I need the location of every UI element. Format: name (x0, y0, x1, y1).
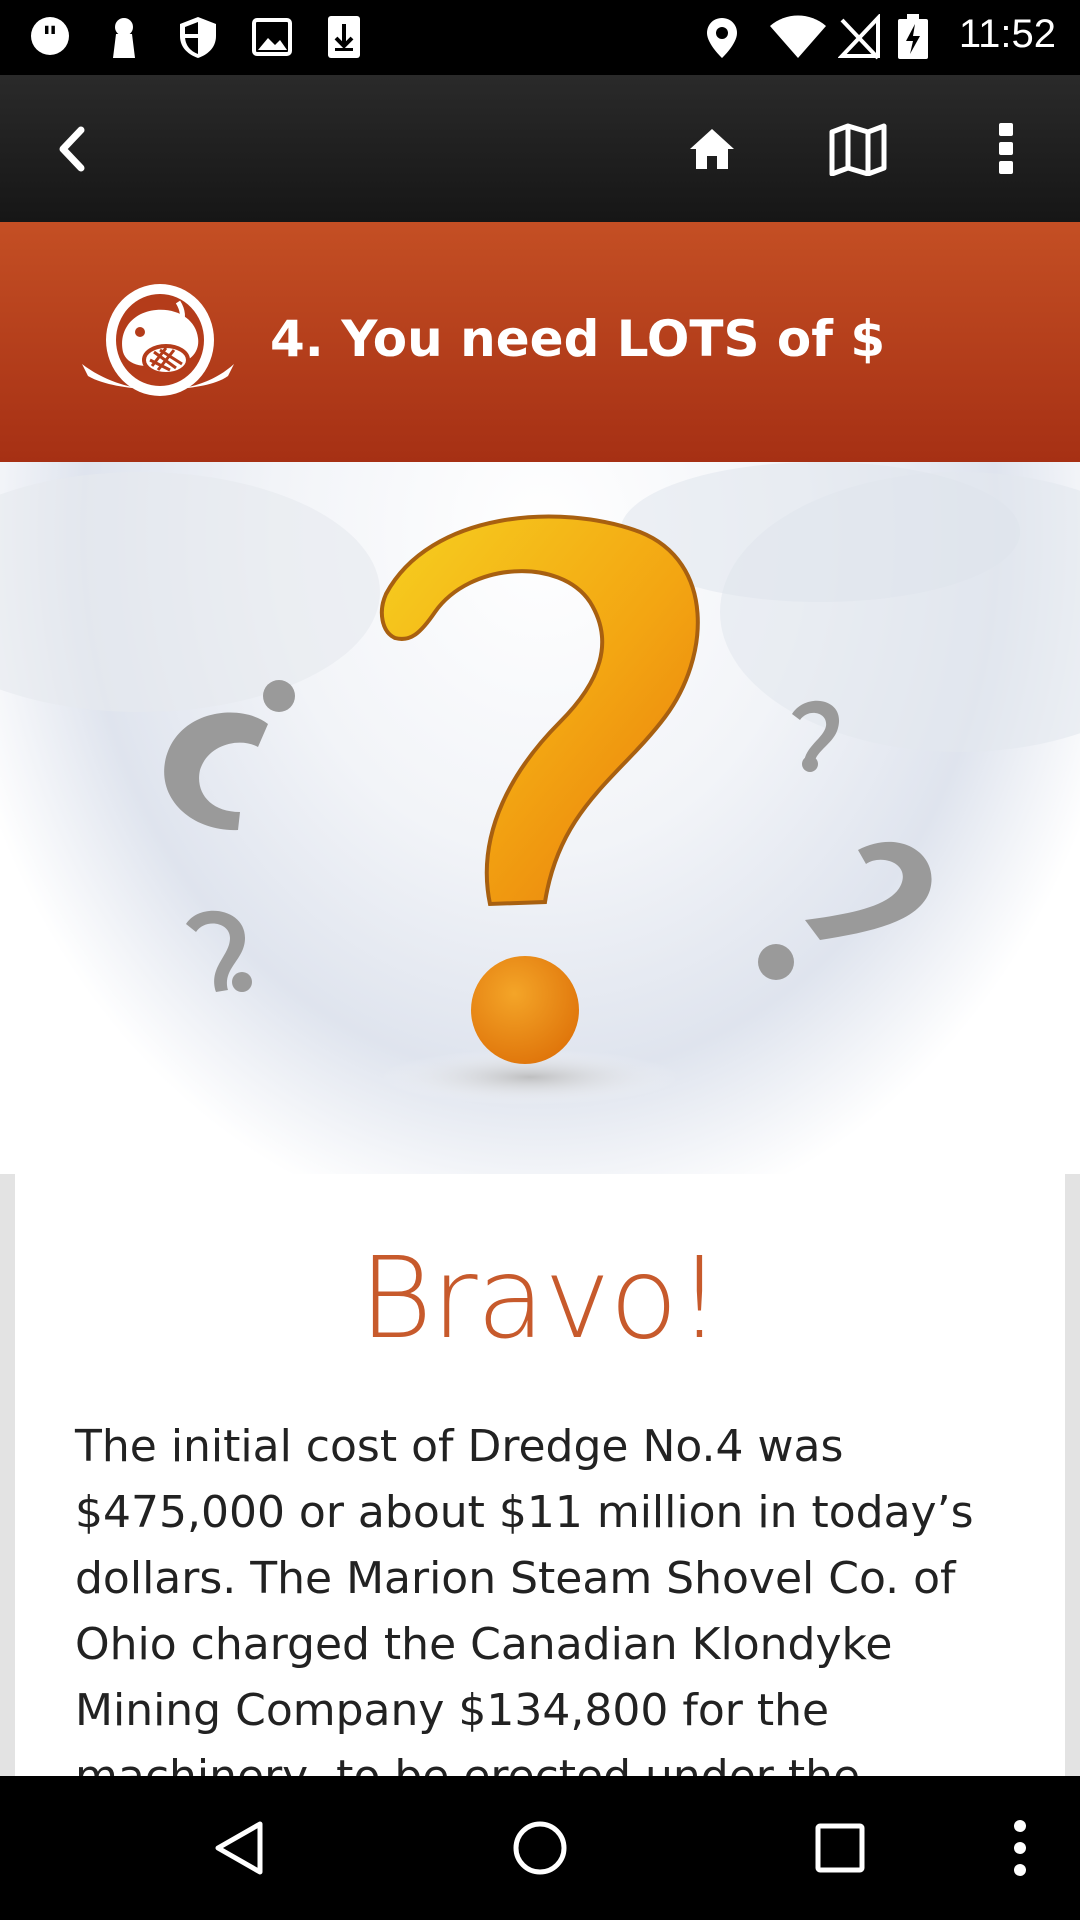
overflow-menu-button[interactable] (966, 109, 1046, 189)
question-marks-illustration (0, 462, 1080, 1174)
nav-back-icon (215, 1821, 263, 1875)
image-notification-icon (250, 14, 294, 60)
status-bar: " 11:52 (0, 0, 1080, 75)
wifi-icon (768, 14, 828, 60)
app-toolbar (0, 75, 1080, 222)
home-button[interactable] (672, 109, 752, 189)
battery-charging-icon (896, 14, 930, 60)
back-icon (59, 126, 85, 172)
grey-question-mark-right-top (792, 700, 840, 764)
back-button[interactable] (34, 109, 114, 189)
map-icon (829, 123, 887, 176)
shield-notification-icon (176, 14, 220, 60)
map-button[interactable] (818, 109, 898, 189)
question-header: 4. You need LOTS of $ (0, 222, 1080, 462)
keyhole-notification-icon (102, 14, 146, 60)
system-nav-bar (0, 1776, 1080, 1920)
nav-home-button[interactable] (500, 1808, 580, 1888)
status-time: 11:52 (958, 12, 1056, 56)
quote-notification-icon: " (28, 14, 72, 60)
download-notification-icon (322, 14, 366, 60)
grey-question-mark-left-top (164, 712, 268, 831)
location-icon (700, 14, 744, 60)
nav-menu-button[interactable] (980, 1808, 1060, 1888)
answer-heading: Bravo! (359, 1234, 722, 1364)
nav-menu-icon (1014, 1820, 1026, 1876)
question-title: 4. You need LOTS of $ (270, 310, 886, 368)
beaver-logo-icon (78, 280, 238, 404)
grey-question-mark-right-bottom (805, 841, 932, 940)
overflow-menu-icon (999, 123, 1013, 174)
nav-recents-icon (815, 1823, 865, 1873)
answer-card: Bravo! The initial cost of Dredge No.4 w… (15, 1174, 1065, 1776)
nav-home-icon (513, 1821, 567, 1875)
nav-back-button[interactable] (200, 1808, 280, 1888)
answer-body: The initial cost of Dredge No.4 was $475… (75, 1421, 974, 1776)
no-signal-icon (837, 12, 882, 60)
svg-text:": " (42, 21, 58, 56)
big-question-mark (379, 514, 700, 907)
home-icon (690, 129, 734, 169)
nav-recents-button[interactable] (800, 1808, 880, 1888)
